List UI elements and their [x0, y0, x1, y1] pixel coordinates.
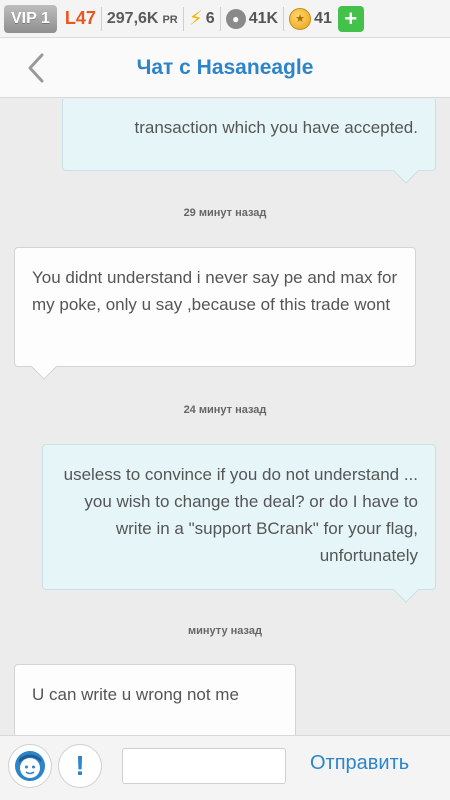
- message-text: U can write u wrong not me: [32, 685, 239, 704]
- pr-value: 297,6K: [106, 9, 159, 27]
- bubble-tail: [393, 158, 419, 184]
- divider: [100, 6, 102, 31]
- vip-badge[interactable]: VIP 1: [4, 4, 57, 33]
- coin-counter[interactable]: ★ 41: [289, 7, 332, 30]
- message-bubble: useless to convince if you do not unders…: [42, 444, 436, 603]
- message-timestamp: минуту назад: [188, 625, 262, 637]
- back-button[interactable]: [18, 50, 54, 86]
- message-input[interactable]: [122, 748, 286, 784]
- bubble-tail: [31, 354, 57, 380]
- coin-value: 41: [314, 9, 332, 27]
- message-bubble: U can write u wrong not me: [14, 664, 296, 735]
- message-text: You didnt understand i never say pe and …: [32, 268, 398, 314]
- bubble-tail: [393, 577, 419, 603]
- message-bubble: transaction which you have accepted.: [62, 99, 436, 184]
- page-title: Чат с Hasaneagle: [136, 55, 314, 79]
- message-timestamp: 24 минут назад: [183, 404, 267, 416]
- status-bar: VIP 1 L47 297,6K PR ⚡ 6 ● 41K ★ 41 +: [0, 0, 450, 38]
- chat-header: Чат с Hasaneagle: [0, 38, 450, 98]
- player-level: L47: [64, 8, 96, 28]
- message-bubble: You didnt understand i never say pe and …: [14, 247, 416, 380]
- avatar-icon: [15, 751, 45, 781]
- message-composer: ! Отправить: [0, 735, 450, 800]
- exclamation-icon: !: [75, 750, 85, 781]
- message-text: useless to convince if you do not unders…: [63, 465, 418, 565]
- pr-counter: 297,6K PR: [107, 10, 178, 28]
- pokemon-count-value: 41K: [248, 9, 279, 27]
- add-coins-button[interactable]: +: [337, 5, 364, 32]
- profile-button[interactable]: [8, 744, 52, 788]
- chat-messages[interactable]: transaction which you have accepted. 29 …: [0, 99, 450, 735]
- energy-value: 6: [205, 9, 215, 27]
- lightning-icon: ⚡: [188, 8, 203, 30]
- report-button[interactable]: !: [58, 744, 102, 788]
- message-timestamp: 29 минут назад: [183, 207, 267, 219]
- message-text: transaction which you have accepted.: [134, 118, 418, 137]
- energy-counter[interactable]: ⚡ 6: [189, 6, 215, 31]
- pokemon-counter[interactable]: ● 41K: [225, 8, 279, 29]
- paw-icon: ●: [225, 8, 246, 29]
- divider: [283, 6, 285, 31]
- divider: [182, 6, 184, 31]
- coin-icon: ★: [289, 7, 312, 30]
- chevron-left-icon: [28, 53, 44, 83]
- divider: [219, 6, 221, 31]
- pr-unit: PR: [162, 13, 178, 26]
- send-button[interactable]: Отправить: [310, 752, 409, 775]
